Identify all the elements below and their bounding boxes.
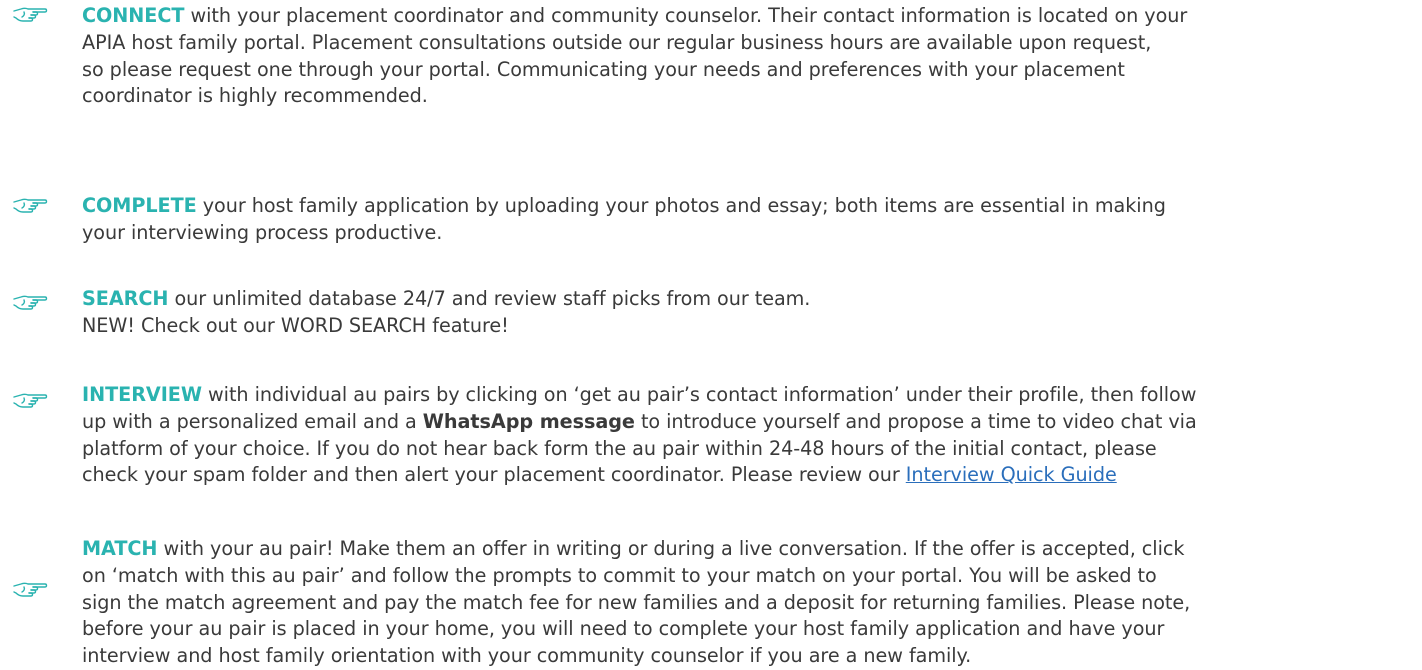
- pointing-hand-icon: [12, 293, 48, 315]
- step-text-line: sign the match agreement and pay the mat…: [82, 590, 1191, 614]
- step-match-text: MATCH with your au pair! Make them an of…: [82, 536, 1412, 670]
- step-text-line: so please request one through your porta…: [82, 57, 1125, 81]
- whatsapp-emphasis: WhatsApp message: [422, 409, 635, 433]
- pointing-hand-icon: [12, 196, 48, 218]
- step-text-line: before your au pair is placed in your ho…: [82, 617, 1165, 641]
- interview-quick-guide-link[interactable]: Interview Quick Guide: [906, 463, 1117, 486]
- step-text-line: with your au pair! Make them an offer in…: [157, 537, 1185, 560]
- pointing-hand-icon: [12, 580, 48, 602]
- step-text-line: NEW! Check out our WORD SEARCH feature!: [82, 313, 509, 337]
- step-keyword: COMPLETE: [82, 194, 197, 217]
- step-text-line: your host family application by uploadin…: [196, 194, 1166, 217]
- step-text-line: APIA host family portal. Placement consu…: [82, 30, 1152, 54]
- step-text-line: your interviewing process productive.: [82, 220, 443, 244]
- step-keyword: CONNECT: [82, 4, 185, 27]
- step-text-line: on ‘match with this au pair’ and follow …: [82, 563, 1157, 587]
- step-text-line: platform of your choice. If you do not h…: [82, 436, 1157, 460]
- step-text-line: with your placement coordinator and comm…: [184, 4, 1188, 27]
- step-keyword: SEARCH: [82, 287, 169, 310]
- step-interview-text: INTERVIEW with individual au pairs by cl…: [82, 382, 1412, 489]
- step-text-line: our unlimited database 24/7 and review s…: [168, 287, 811, 310]
- step-text-line: coordinator is highly recommended.: [82, 84, 428, 108]
- step-search-text: SEARCH our unlimited database 24/7 and r…: [82, 286, 1412, 340]
- pointing-hand-icon: [12, 391, 48, 413]
- step-keyword: INTERVIEW: [82, 383, 202, 406]
- step-text-line: check your spam folder and then alert yo…: [82, 463, 906, 487]
- step-text-line: to introduce yourself and propose a time…: [634, 409, 1197, 433]
- step-complete-text: COMPLETE your host family application by…: [82, 193, 1412, 247]
- pointing-hand-icon: [12, 5, 48, 27]
- step-text-line: with individual au pairs by clicking on …: [201, 383, 1197, 406]
- step-text-line: up with a personalized email and a: [82, 409, 423, 433]
- step-keyword: MATCH: [82, 537, 158, 560]
- step-connect-text: CONNECT with your placement coordinator …: [82, 3, 1412, 110]
- step-text-line: interview and host family orientation wi…: [82, 644, 972, 668]
